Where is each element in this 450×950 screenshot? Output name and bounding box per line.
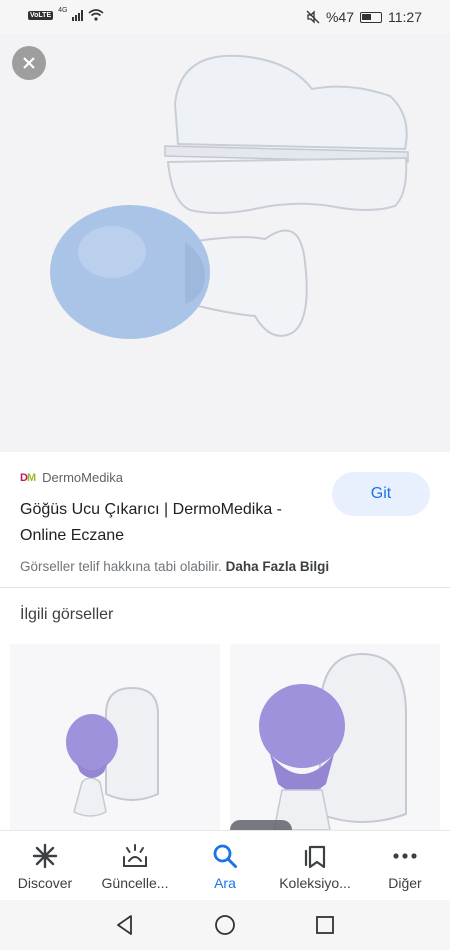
bookmark-icon bbox=[304, 845, 326, 869]
nav-label: Güncelle... bbox=[101, 875, 169, 891]
nav-label: Discover bbox=[17, 875, 73, 891]
nav-label: Koleksiyo... bbox=[279, 875, 351, 891]
battery-percent: %47 bbox=[325, 9, 354, 25]
nav-discover[interactable]: Discover bbox=[0, 831, 90, 901]
nav-updates[interactable]: Güncelle... bbox=[90, 831, 180, 901]
system-nav bbox=[0, 900, 450, 950]
nav-label: Diğer bbox=[388, 875, 422, 891]
more-dots-icon bbox=[393, 853, 417, 859]
source-name: DermoMedika bbox=[42, 470, 124, 485]
updates-icon bbox=[123, 844, 147, 867]
wifi-icon bbox=[88, 9, 105, 21]
battery-icon bbox=[360, 11, 382, 23]
related-heading: İlgili görseller bbox=[20, 606, 114, 623]
signal-icon bbox=[72, 9, 84, 21]
source-logo: DM bbox=[20, 471, 36, 484]
close-icon bbox=[23, 57, 35, 69]
network-type: 4G bbox=[58, 6, 68, 14]
recents-icon[interactable] bbox=[314, 914, 336, 936]
source[interactable]: DM DermoMedika bbox=[20, 470, 123, 485]
result-title[interactable]: Göğüs Ucu Çıkarıcı | DermoMedika - Onlin… bbox=[20, 497, 320, 549]
nav-more[interactable]: Diğer bbox=[360, 831, 450, 901]
volte-badge: VoLTE bbox=[28, 10, 54, 20]
copyright-notice: Görseller telif hakkına tabi olabilir. D… bbox=[20, 559, 329, 574]
related-image[interactable] bbox=[230, 644, 440, 830]
close-button[interactable] bbox=[12, 46, 46, 80]
mute-icon bbox=[306, 10, 320, 24]
status-bar: VoLTE 4G %47 11:27 bbox=[0, 0, 450, 34]
image-badge bbox=[230, 820, 292, 830]
product-photo bbox=[50, 54, 409, 339]
learn-more-link[interactable]: Daha Fazla Bilgi bbox=[226, 559, 330, 574]
nav-collections[interactable]: Koleksiyo... bbox=[270, 831, 360, 901]
back-icon[interactable] bbox=[114, 914, 136, 936]
related-product-photo bbox=[259, 652, 407, 830]
bottom-nav: Discover Güncelle... Ara Koleksiyo... Di… bbox=[0, 830, 450, 900]
related-product-photo bbox=[66, 686, 159, 817]
asterisk-icon bbox=[32, 843, 58, 869]
nav-label: Ara bbox=[214, 875, 236, 891]
nav-search[interactable]: Ara bbox=[180, 831, 270, 901]
copyright-text: Görseller telif hakkına tabi olabilir. bbox=[20, 559, 222, 574]
related-image[interactable] bbox=[10, 644, 220, 830]
visit-button[interactable]: Git bbox=[332, 472, 430, 516]
home-icon[interactable] bbox=[214, 914, 236, 936]
search-icon bbox=[213, 844, 237, 868]
result-image[interactable] bbox=[0, 34, 450, 452]
clock: 11:27 bbox=[388, 9, 422, 25]
